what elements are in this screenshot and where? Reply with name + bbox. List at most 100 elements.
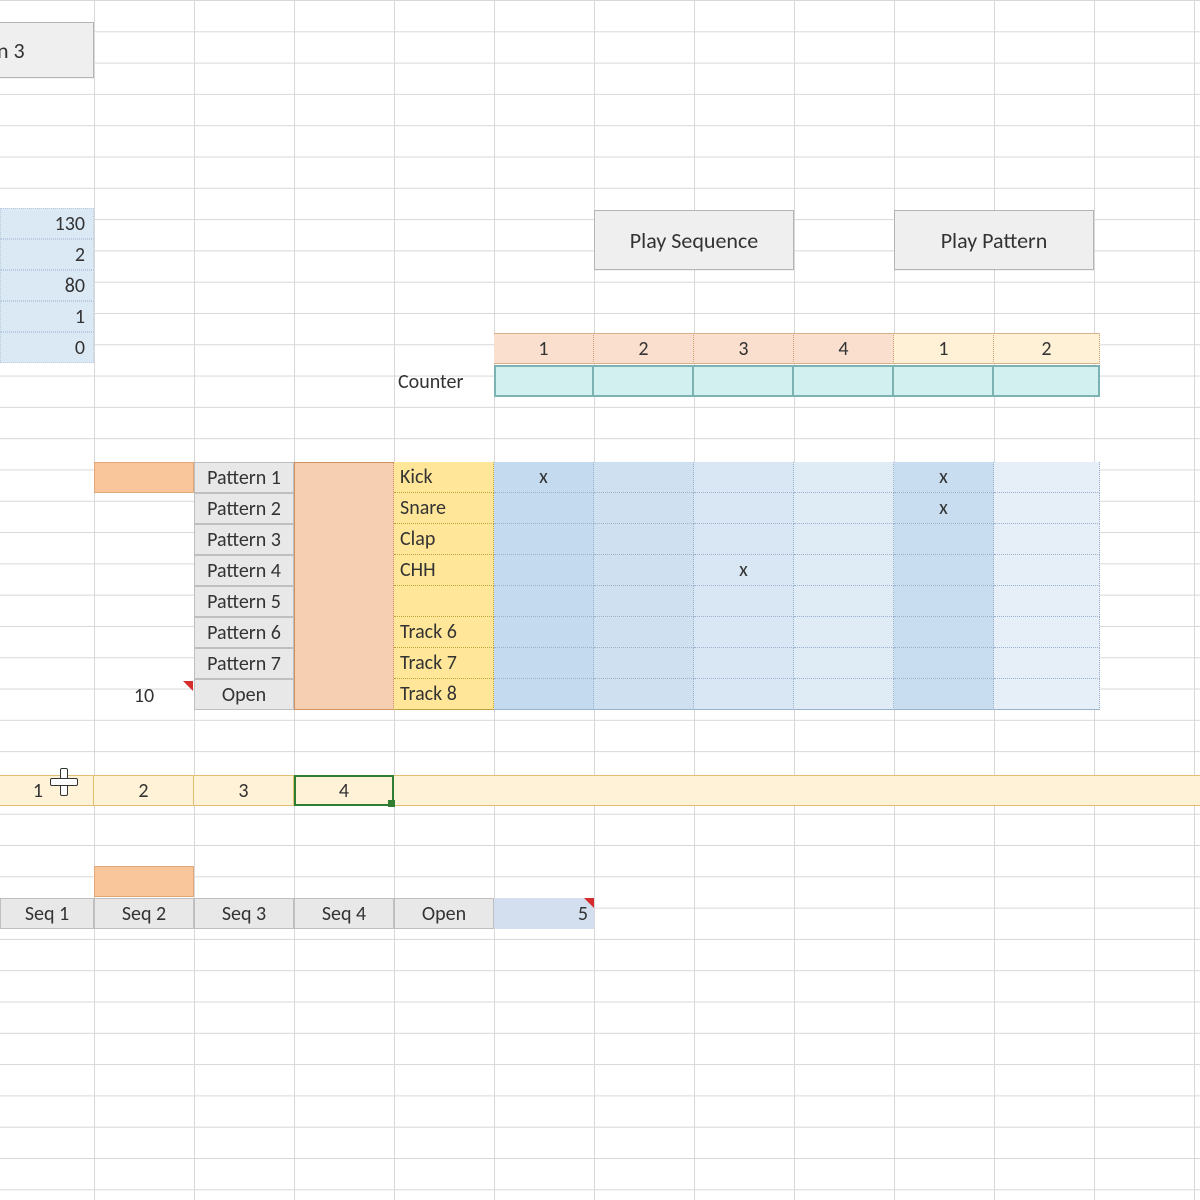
step-cell[interactable] <box>794 524 894 555</box>
step-cell[interactable] <box>894 524 994 555</box>
step-cell[interactable]: x <box>494 462 594 493</box>
counter-cell[interactable] <box>594 365 694 397</box>
step-cell[interactable]: x <box>894 493 994 524</box>
step-cell[interactable] <box>994 493 1100 524</box>
fill-handle-icon[interactable] <box>388 800 395 807</box>
step-cell[interactable] <box>494 555 594 586</box>
seq-button-1[interactable]: Seq 1 <box>0 898 94 929</box>
seq-step-2[interactable]: 2 <box>94 775 194 806</box>
step-cell[interactable] <box>894 648 994 679</box>
value-tempo[interactable]: 130 <box>0 208 94 239</box>
seq-count-cell[interactable]: 5 <box>494 898 594 929</box>
value-offset[interactable]: 0 <box>0 332 94 363</box>
track-label[interactable]: Clap <box>394 524 494 555</box>
step-cell[interactable] <box>694 586 794 617</box>
track-label[interactable]: CHH <box>394 555 494 586</box>
step-cell[interactable] <box>494 586 594 617</box>
step-cell[interactable] <box>594 617 694 648</box>
step-cell[interactable] <box>494 648 594 679</box>
step-header-6: 2 <box>994 333 1100 364</box>
step-cell[interactable]: x <box>694 555 794 586</box>
pattern-color-column <box>294 462 394 710</box>
step-cell[interactable] <box>894 617 994 648</box>
track-label[interactable]: Snare <box>394 493 494 524</box>
value-swing[interactable]: 80 <box>0 270 94 301</box>
counter-cell[interactable] <box>994 365 1100 397</box>
counter-cell[interactable] <box>694 365 794 397</box>
step-cell[interactable] <box>694 493 794 524</box>
pattern-button-5[interactable]: Pattern 5 <box>194 586 294 617</box>
step-cell[interactable] <box>594 493 694 524</box>
step-cell[interactable] <box>994 617 1100 648</box>
step-cell[interactable] <box>794 648 894 679</box>
track-label[interactable] <box>394 586 494 617</box>
step-cell[interactable] <box>694 462 794 493</box>
step-grid: x x x x <box>494 462 1100 710</box>
track-label[interactable]: Track 7 <box>394 648 494 679</box>
value-bars[interactable]: 2 <box>0 239 94 270</box>
step-cell[interactable] <box>594 462 694 493</box>
active-pattern-marker <box>94 462 194 493</box>
step-cell[interactable] <box>694 524 794 555</box>
counter-cell[interactable] <box>894 365 994 397</box>
step-cell[interactable] <box>594 679 694 710</box>
pattern-open-button[interactable]: Open <box>194 679 294 710</box>
step-header-row: 1 2 3 4 1 2 <box>494 333 1100 364</box>
step-cell[interactable] <box>594 586 694 617</box>
track-label[interactable]: Kick <box>394 462 494 493</box>
step-cell[interactable] <box>794 679 894 710</box>
step-cell[interactable] <box>894 555 994 586</box>
step-cell[interactable] <box>494 524 594 555</box>
step-cell[interactable] <box>794 493 894 524</box>
pattern-button-6[interactable]: Pattern 6 <box>194 617 294 648</box>
pattern-button-7[interactable]: Pattern 7 <box>194 648 294 679</box>
step-cell[interactable] <box>694 617 794 648</box>
play-sequence-button[interactable]: Play Sequence <box>594 210 794 270</box>
step-cell[interactable] <box>994 586 1100 617</box>
seq-step-4-selected[interactable]: 4 <box>294 775 394 806</box>
counter-cell[interactable] <box>494 365 594 397</box>
pattern-button-4[interactable]: Pattern 4 <box>194 555 294 586</box>
step-cell[interactable]: x <box>894 462 994 493</box>
pattern-button-3[interactable]: Pattern 3 <box>194 524 294 555</box>
open-count-value[interactable]: 10 <box>94 680 194 711</box>
step-cell[interactable] <box>594 555 694 586</box>
step-cell[interactable] <box>794 586 894 617</box>
pattern-n3-button[interactable]: n 3 <box>0 22 94 78</box>
seq-list: Seq 1 Seq 2 Seq 3 Seq 4 Open 5 <box>0 898 594 929</box>
step-header-3: 3 <box>694 333 794 364</box>
step-cell[interactable] <box>594 648 694 679</box>
step-cell[interactable] <box>494 493 594 524</box>
step-cell[interactable] <box>994 648 1100 679</box>
counter-cell[interactable] <box>794 365 894 397</box>
step-cell[interactable] <box>794 462 894 493</box>
counter-label: Counter <box>394 366 494 398</box>
step-cell[interactable] <box>894 586 994 617</box>
step-cell[interactable] <box>994 524 1100 555</box>
seq-step-1[interactable]: 1 <box>0 775 94 806</box>
step-cell[interactable] <box>894 679 994 710</box>
track-label-column: Kick Snare Clap CHH Track 6 Track 7 Trac… <box>394 462 494 710</box>
step-cell[interactable] <box>994 679 1100 710</box>
track-label[interactable]: Track 8 <box>394 679 494 710</box>
step-cell[interactable] <box>694 679 794 710</box>
step-header-2: 2 <box>594 333 694 364</box>
step-cell[interactable] <box>494 617 594 648</box>
step-cell[interactable] <box>994 462 1100 493</box>
value-loop[interactable]: 1 <box>0 301 94 332</box>
track-label[interactable]: Track 6 <box>394 617 494 648</box>
step-cell[interactable] <box>794 555 894 586</box>
play-pattern-button[interactable]: Play Pattern <box>894 210 1094 270</box>
pattern-button-1[interactable]: Pattern 1 <box>194 462 294 493</box>
step-cell[interactable] <box>694 648 794 679</box>
step-cell[interactable] <box>794 617 894 648</box>
step-cell[interactable] <box>494 679 594 710</box>
seq-step-3[interactable]: 3 <box>194 775 294 806</box>
pattern-button-2[interactable]: Pattern 2 <box>194 493 294 524</box>
seq-open-button[interactable]: Open <box>394 898 494 929</box>
seq-button-4[interactable]: Seq 4 <box>294 898 394 929</box>
step-cell[interactable] <box>594 524 694 555</box>
seq-button-3[interactable]: Seq 3 <box>194 898 294 929</box>
step-cell[interactable] <box>994 555 1100 586</box>
seq-button-2[interactable]: Seq 2 <box>94 898 194 929</box>
